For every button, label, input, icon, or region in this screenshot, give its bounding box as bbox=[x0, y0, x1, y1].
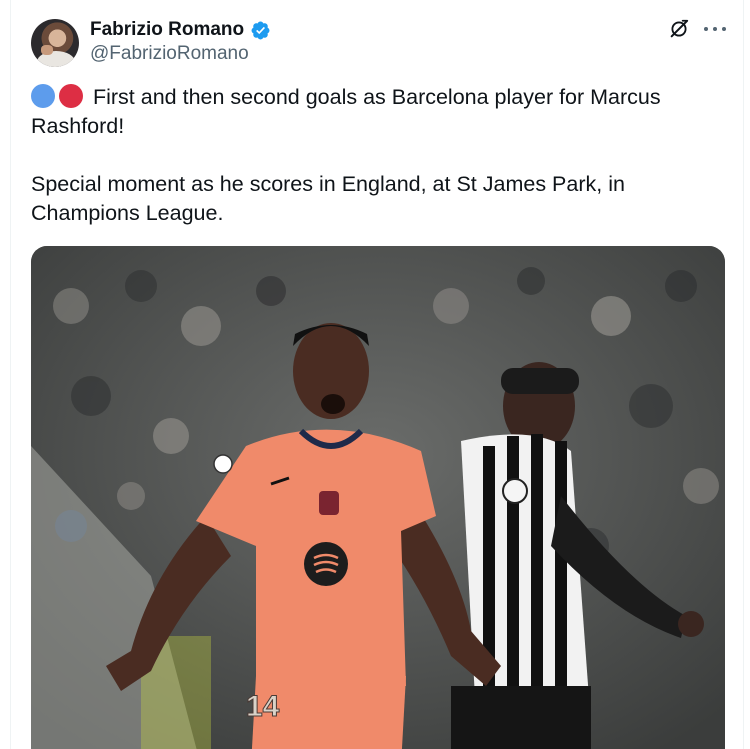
tweet-text: First and then second goals as Barcelona… bbox=[31, 83, 731, 228]
card-border-left bbox=[10, 0, 11, 749]
tweet-paragraph-2: Special moment as he scores in England, … bbox=[31, 170, 731, 228]
tweet-media-photo[interactable]: 14 bbox=[31, 246, 725, 749]
avatar-hand bbox=[41, 45, 53, 55]
more-icon[interactable] bbox=[704, 18, 726, 40]
author-handle[interactable]: @FabrizioRomano bbox=[90, 43, 249, 65]
red-circle-emoji-icon bbox=[59, 84, 83, 108]
tweet-paragraph-1: First and then second goals as Barcelona… bbox=[31, 83, 731, 141]
card-border-right bbox=[743, 0, 744, 749]
photo-illustration: 14 bbox=[31, 246, 725, 749]
verified-badge-icon bbox=[251, 21, 270, 39]
tweet-card: Fabrizio Romano @FabrizioRomano First an… bbox=[0, 0, 750, 749]
author-display-name[interactable]: Fabrizio Romano bbox=[90, 19, 244, 41]
author-name-row: Fabrizio Romano bbox=[90, 19, 271, 41]
more-dot bbox=[722, 27, 726, 31]
tweet-actions bbox=[668, 18, 726, 40]
grok-icon[interactable] bbox=[668, 18, 690, 40]
more-dot bbox=[704, 27, 708, 31]
kit-number: 14 bbox=[246, 690, 280, 723]
avatar[interactable] bbox=[31, 19, 79, 67]
tweet-line-2: Special moment as he scores in England, … bbox=[31, 172, 625, 225]
blue-circle-emoji-icon bbox=[31, 84, 55, 108]
more-dot bbox=[713, 27, 717, 31]
tweet-line-1: First and then second goals as Barcelona… bbox=[31, 85, 661, 138]
